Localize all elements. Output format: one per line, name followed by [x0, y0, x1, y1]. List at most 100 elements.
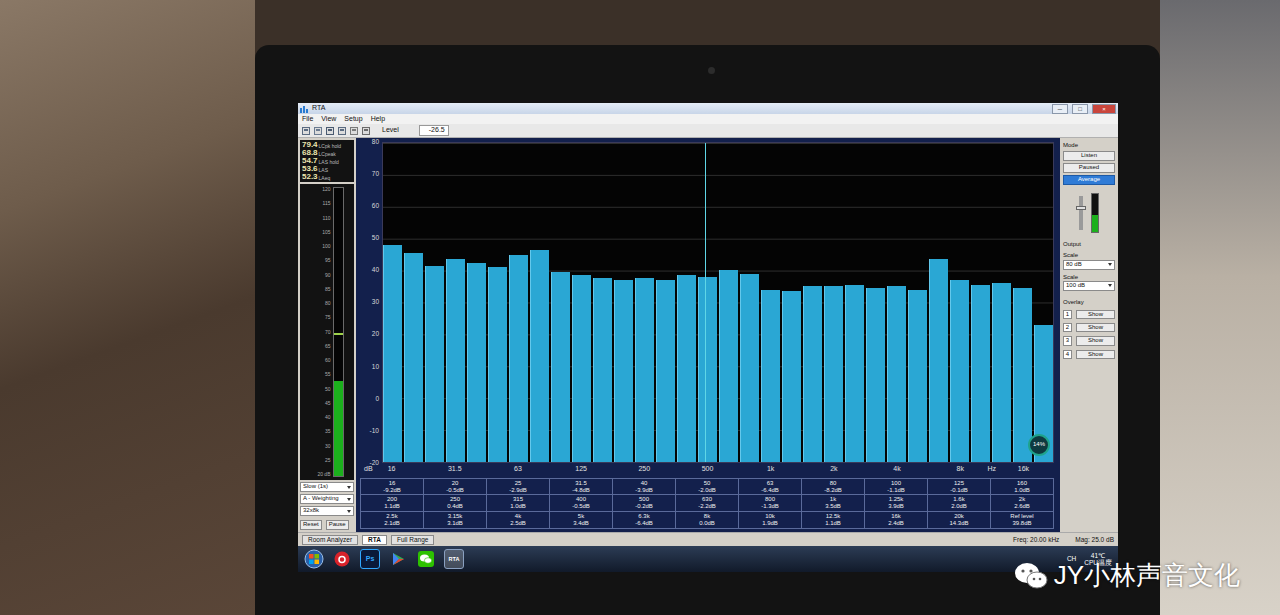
band-cell[interactable]: 630-2.2dB [676, 495, 739, 512]
band-cell[interactable]: 16k2.4dB [865, 512, 928, 529]
reading-value: 79.4 [302, 141, 318, 149]
mode-button[interactable]: Average [1063, 175, 1115, 185]
reading-value: 68.8 [302, 149, 318, 157]
band-value: 3.9dB [865, 503, 927, 510]
band-cell[interactable]: 10k1.9dB [739, 512, 802, 529]
band-cell[interactable]: 3151.0dB [487, 495, 550, 512]
scale-label: 85 [311, 287, 331, 292]
band-cell[interactable]: Ref level39.8dB [991, 512, 1054, 529]
slider-knob[interactable] [1076, 206, 1086, 210]
band-cell[interactable]: 2001.1dB [361, 495, 424, 512]
ps-app-icon[interactable]: Ps [360, 549, 380, 569]
band-cell[interactable]: 800-1.3dB [739, 495, 802, 512]
band-cell[interactable]: 125-0.1dB [928, 479, 991, 496]
rta-bar [635, 278, 654, 461]
band-cell[interactable]: 1.6k2.0dB [928, 495, 991, 512]
band-cell[interactable]: 20-0.5dB [424, 479, 487, 496]
play-app-icon[interactable] [388, 549, 408, 569]
meter-select[interactable]: A - Weighting [300, 494, 354, 504]
overlay-show-button[interactable]: Show [1076, 323, 1115, 332]
scale-label: 55 [311, 372, 331, 377]
band-cell[interactable]: 500-0.2dB [613, 495, 676, 512]
mode-button[interactable]: Paused [1063, 163, 1115, 173]
menu-item[interactable]: View [321, 115, 336, 123]
band-cell[interactable]: 31.5-4.8dB [550, 479, 613, 496]
menu-item[interactable]: Setup [344, 115, 362, 123]
rta-bar [1013, 288, 1032, 462]
rta-plot: 14% [382, 142, 1054, 463]
band-cell[interactable]: 100-1.1dB [865, 479, 928, 496]
y-unit-label: dB [360, 465, 382, 473]
menu-item[interactable]: Help [371, 115, 385, 123]
scale-label: 100 [311, 244, 331, 249]
overlay-show-button[interactable]: Show [1076, 350, 1115, 359]
netease-app-icon[interactable] [332, 549, 352, 569]
band-cell[interactable]: 63-6.4dB [739, 479, 802, 496]
band-value: -2.2dB [676, 503, 738, 510]
band-cell[interactable]: 2500.4dB [424, 495, 487, 512]
menu-item[interactable]: File [302, 115, 313, 123]
window-title: RTA [312, 104, 1048, 112]
band-value: -4.8dB [550, 487, 612, 494]
band-frequency: 50 [676, 480, 738, 487]
band-cell[interactable]: 1.25k3.9dB [865, 495, 928, 512]
band-cell[interactable]: 12.5k1.1dB [802, 512, 865, 529]
scale-label: 25 [311, 458, 331, 463]
band-frequency: 2.5k [361, 513, 423, 520]
rta-bar [740, 274, 759, 462]
band-cell[interactable]: 8k0.0dB [676, 512, 739, 529]
dropdown-arrow-icon [1108, 284, 1112, 287]
band-cell[interactable]: 5k3.4dB [550, 512, 613, 529]
band-cell[interactable]: 6.3k-6.4dB [613, 512, 676, 529]
scale-select[interactable]: 100 dB [1063, 281, 1115, 291]
rta-bar [992, 283, 1011, 461]
band-cell[interactable]: 2k2.6dB [991, 495, 1054, 512]
close-button[interactable]: × [1092, 104, 1116, 114]
level-meter: 1201151101051009590858075706560555045403… [300, 184, 354, 480]
band-cell[interactable]: 16-9.2dB [361, 479, 424, 496]
main-area: 79.4LCpk hold68.8LCpeak54.7LAS hold53.6L… [298, 138, 1118, 532]
band-cell[interactable]: 4k2.5dB [487, 512, 550, 529]
rta-bar [656, 280, 675, 462]
band-value: -8.2dB [802, 487, 864, 494]
band-cell[interactable]: 400-0.5dB [550, 495, 613, 512]
band-cell[interactable]: 40-3.9dB [613, 479, 676, 496]
band-frequency: 20k [928, 513, 990, 520]
scale-label: 20 dB [311, 472, 331, 477]
mode-button[interactable]: Listen [1063, 151, 1115, 161]
band-cell[interactable]: 1k3.5dB [802, 495, 865, 512]
minimize-button[interactable]: ─ [1052, 104, 1068, 114]
meter-select[interactable]: 32x8k [300, 506, 354, 516]
rta-bar [950, 280, 969, 462]
output-label: Output [1063, 241, 1115, 248]
scale-label: Scale [1063, 274, 1115, 281]
frequency-cursor[interactable] [705, 143, 706, 462]
overlay-show-button[interactable]: Show [1076, 310, 1115, 319]
output-slider[interactable] [1079, 196, 1083, 230]
band-cell[interactable]: 2.5k2.1dB [361, 512, 424, 529]
band-cell[interactable]: 20k14.3dB [928, 512, 991, 529]
scale-select[interactable]: 80 dB [1063, 260, 1115, 270]
band-cell[interactable]: 1601.0dB [991, 479, 1054, 496]
band-cell[interactable]: 25-2.9dB [487, 479, 550, 496]
rta-app-icon[interactable]: RTA [444, 549, 464, 569]
app-label: RTA [449, 556, 460, 563]
meter-button[interactable]: Pause [326, 520, 349, 530]
scale-label: 110 [311, 216, 331, 221]
view-tab[interactable]: Room Analyzer [302, 535, 358, 545]
meter-button[interactable]: Reset [300, 520, 322, 530]
reading-label: LCpeak [319, 151, 336, 157]
band-cell[interactable]: 3.15k3.1dB [424, 512, 487, 529]
meter-reading: 54.7LAS hold [302, 157, 352, 165]
maximize-button[interactable]: □ [1072, 104, 1088, 114]
wechat-app-icon[interactable] [416, 549, 436, 569]
band-cell[interactable]: 50-2.0dB [676, 479, 739, 496]
view-tab[interactable]: RTA [362, 535, 387, 545]
meter-fill [334, 381, 343, 476]
speed-widget[interactable]: 14% [1028, 434, 1050, 456]
meter-select[interactable]: Slow (1s) [300, 482, 354, 492]
band-cell[interactable]: 80-8.2dB [802, 479, 865, 496]
view-tab[interactable]: Full Range [391, 535, 434, 545]
overlay-show-button[interactable]: Show [1076, 336, 1115, 345]
band-frequency: 400 [550, 496, 612, 503]
